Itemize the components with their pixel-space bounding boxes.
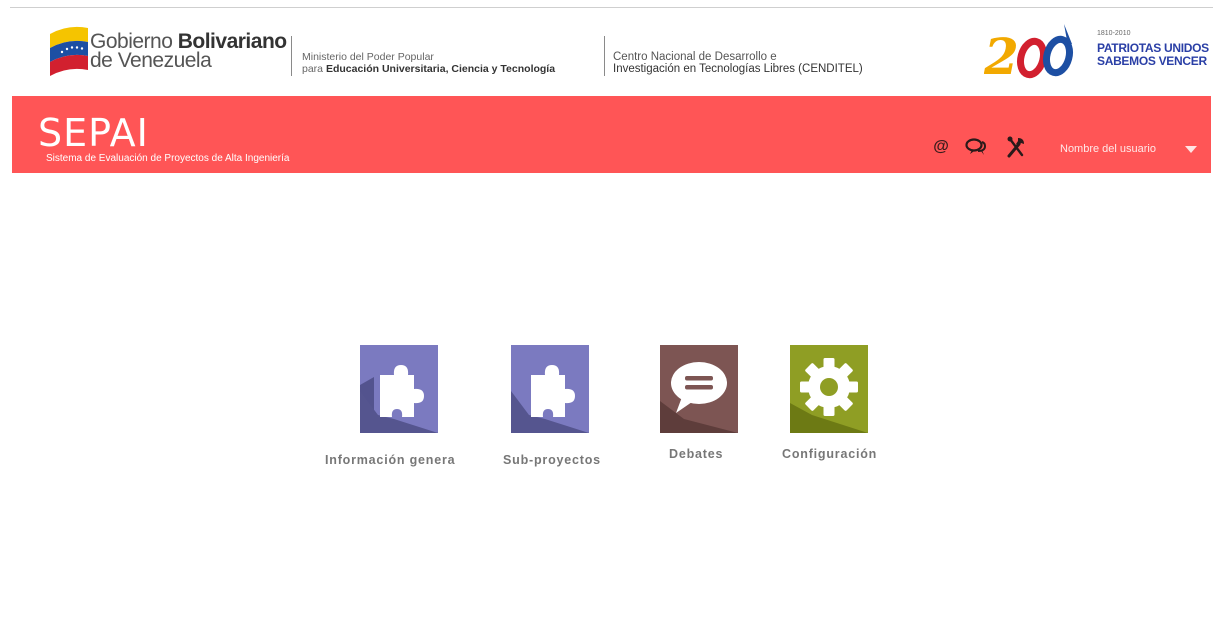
chat-bubble-icon	[660, 362, 738, 433]
tools-icon[interactable]	[1005, 136, 1027, 158]
chat-icon[interactable]	[965, 136, 987, 158]
puzzle-icon	[511, 365, 589, 433]
ministry-text: Ministerio del Poder Popular para Educac…	[302, 51, 556, 75]
tile-label[interactable]: Información genera	[325, 453, 455, 467]
tile-configuracion[interactable]	[790, 345, 868, 433]
tile-informacion-general[interactable]	[360, 345, 438, 433]
gobierno-line2: de Venezuela	[90, 49, 212, 72]
bicentennial-slogan: PATRIOTAS UNIDOS SABEMOS VENCER	[1097, 41, 1209, 68]
top-rule	[10, 7, 1213, 8]
svg-text:2: 2	[984, 27, 1019, 82]
email-icon[interactable]: @	[930, 136, 952, 158]
government-header: Gobierno Bolivariano de Venezuela Minist…	[0, 18, 1223, 90]
gear-icon	[790, 358, 868, 433]
puzzle-icon	[360, 365, 438, 433]
tile-label[interactable]: Debates	[669, 447, 723, 461]
chevron-down-icon[interactable]	[1185, 146, 1197, 153]
bicentennial-years: 1810-2010	[1097, 30, 1131, 37]
tile-sub-proyectos[interactable]	[511, 345, 589, 433]
tile-debates[interactable]	[660, 345, 738, 433]
header-divider	[291, 36, 292, 76]
user-menu-name[interactable]: Nombre del usuario	[1060, 143, 1156, 155]
venezuela-flag-icon	[50, 26, 88, 76]
app-subtitle: Sistema de Evaluación de Proyectos de Al…	[46, 153, 290, 164]
tile-label[interactable]: Configuración	[782, 447, 877, 461]
cenditel-text: Centro Nacional de Desarrollo e Investig…	[613, 51, 863, 75]
tile-label[interactable]: Sub-proyectos	[503, 453, 601, 467]
header-divider	[604, 36, 605, 76]
app-header-bar: SEPAI Sistema de Evaluación de Proyectos…	[12, 96, 1211, 173]
app-title[interactable]: SEPAI	[38, 111, 149, 155]
